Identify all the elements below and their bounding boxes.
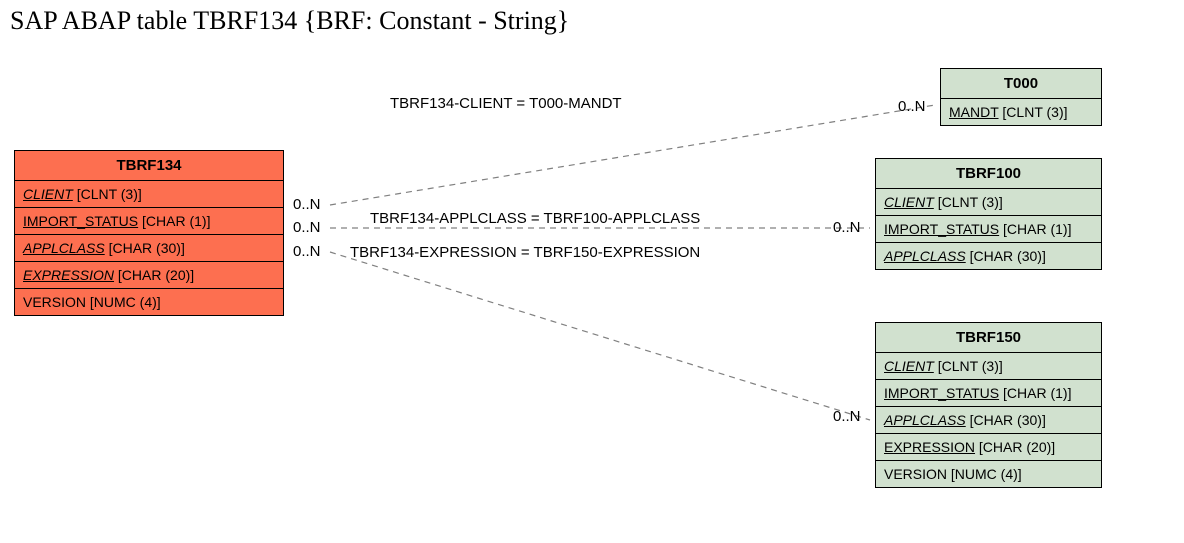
cardinality-left: 0..N (293, 243, 321, 260)
relation-label: TBRF134-CLIENT = T000-MANDT (390, 95, 622, 112)
relation-label: TBRF134-APPLCLASS = TBRF100-APPLCLASS (370, 210, 700, 227)
field-type: [NUMC (4)] (951, 466, 1022, 482)
cardinality-left: 0..N (293, 219, 321, 236)
field-name: VERSION (23, 294, 86, 310)
field-type: [CLNT (3)] (1002, 104, 1067, 120)
entity-header: TBRF134 (15, 151, 283, 181)
field-name: IMPORT_STATUS (23, 213, 138, 229)
field-type: [CLNT (3)] (77, 186, 142, 202)
entity-t000: T000 MANDT [CLNT (3)] (940, 68, 1102, 126)
field-row: APPLCLASS [CHAR (30)] (876, 243, 1101, 269)
field-row: CLIENT [CLNT (3)] (876, 189, 1101, 216)
field-row: EXPRESSION [CHAR (20)] (15, 262, 283, 289)
cardinality-right: 0..N (898, 98, 926, 115)
field-name: IMPORT_STATUS (884, 385, 999, 401)
field-row: IMPORT_STATUS [CHAR (1)] (876, 380, 1101, 407)
relation-label: TBRF134-EXPRESSION = TBRF150-EXPRESSION (350, 244, 700, 261)
field-type: [CLNT (3)] (938, 358, 1003, 374)
field-type: [NUMC (4)] (90, 294, 161, 310)
cardinality-left: 0..N (293, 196, 321, 213)
field-row: CLIENT [CLNT (3)] (876, 353, 1101, 380)
field-type: [CHAR (20)] (118, 267, 194, 283)
entity-header: T000 (941, 69, 1101, 99)
entity-tbrf100: TBRF100 CLIENT [CLNT (3)]IMPORT_STATUS [… (875, 158, 1102, 270)
entity-tbrf134: TBRF134 CLIENT [CLNT (3)]IMPORT_STATUS [… (14, 150, 284, 316)
field-row: CLIENT [CLNT (3)] (15, 181, 283, 208)
field-type: [CHAR (1)] (142, 213, 210, 229)
entity-tbrf150: TBRF150 CLIENT [CLNT (3)]IMPORT_STATUS [… (875, 322, 1102, 488)
field-row: VERSION [NUMC (4)] (876, 461, 1101, 487)
field-row: APPLCLASS [CHAR (30)] (876, 407, 1101, 434)
field-name: APPLCLASS (884, 248, 966, 264)
field-type: [CLNT (3)] (938, 194, 1003, 210)
entity-header: TBRF150 (876, 323, 1101, 353)
field-row: MANDT [CLNT (3)] (941, 99, 1101, 125)
field-type: [CHAR (30)] (109, 240, 185, 256)
cardinality-right: 0..N (833, 219, 861, 236)
cardinality-right: 0..N (833, 408, 861, 425)
field-name: CLIENT (23, 186, 73, 202)
field-row: EXPRESSION [CHAR (20)] (876, 434, 1101, 461)
field-row: IMPORT_STATUS [CHAR (1)] (15, 208, 283, 235)
field-row: IMPORT_STATUS [CHAR (1)] (876, 216, 1101, 243)
field-name: MANDT (949, 104, 999, 120)
field-type: [CHAR (20)] (979, 439, 1055, 455)
field-name: CLIENT (884, 358, 934, 374)
field-name: EXPRESSION (23, 267, 114, 283)
field-row: VERSION [NUMC (4)] (15, 289, 283, 315)
field-name: VERSION (884, 466, 947, 482)
field-row: APPLCLASS [CHAR (30)] (15, 235, 283, 262)
page-title: SAP ABAP table TBRF134 {BRF: Constant - … (10, 6, 569, 36)
entity-header: TBRF100 (876, 159, 1101, 189)
field-type: [CHAR (30)] (970, 248, 1046, 264)
field-type: [CHAR (30)] (970, 412, 1046, 428)
field-name: APPLCLASS (884, 412, 966, 428)
field-name: APPLCLASS (23, 240, 105, 256)
field-type: [CHAR (1)] (1003, 221, 1071, 237)
field-name: IMPORT_STATUS (884, 221, 999, 237)
field-name: CLIENT (884, 194, 934, 210)
field-type: [CHAR (1)] (1003, 385, 1071, 401)
field-name: EXPRESSION (884, 439, 975, 455)
